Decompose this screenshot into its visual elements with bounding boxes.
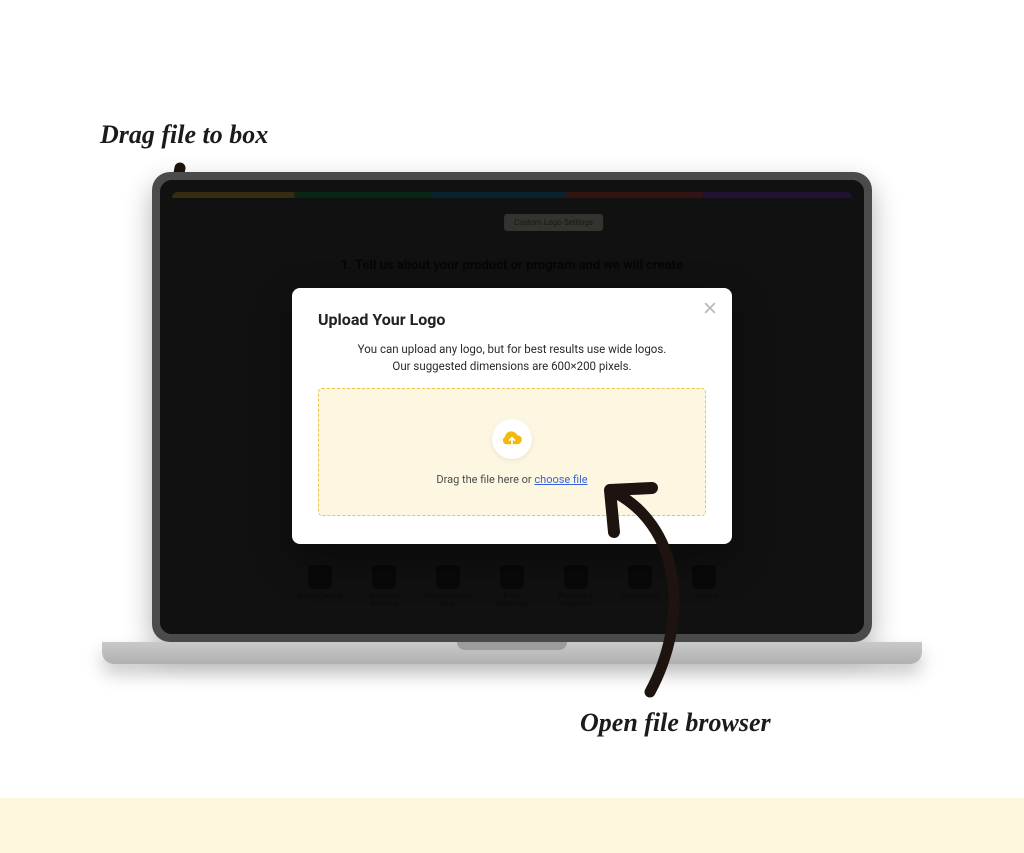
cloud-upload-icon <box>499 426 525 452</box>
tile-label: Email Marketing <box>488 593 536 608</box>
annotation-drag-label: Drag file to box <box>100 120 268 150</box>
tile-label: Social Content <box>297 593 342 600</box>
laptop-mockup: Custom Logo Settings 1. Tell us about yo… <box>152 172 872 664</box>
tile-social-content: Social Content <box>296 565 344 608</box>
app-step-heading: 1. Tell us about your product or program… <box>248 258 776 273</box>
choose-file-link[interactable]: choose file <box>534 473 587 486</box>
tile-label: Video Scripts <box>619 593 660 600</box>
file-dropzone[interactable]: Drag the file here or choose file <box>318 388 706 516</box>
tile-business-branding: Business Branding <box>360 565 408 608</box>
dropzone-text: Drag the file here or choose file <box>436 473 587 486</box>
cloud-upload-badge <box>492 419 532 459</box>
illustration-stage: Drag file to box Custom Logo Settings 1.… <box>0 0 1024 853</box>
tile-video-scripts: Video Scripts <box>616 565 664 608</box>
footer-band <box>0 798 1024 853</box>
modal-subtitle-line2: Our suggested dimensions are 600×200 pix… <box>392 359 631 373</box>
modal-subtitle-line1: You can upload any logo, but for best re… <box>358 342 667 356</box>
close-button[interactable] <box>702 300 718 316</box>
tile-products-programs: Products & Programs <box>552 565 600 608</box>
laptop-bezel: Custom Logo Settings 1. Tell us about yo… <box>152 172 872 642</box>
close-icon <box>703 301 717 315</box>
dropzone-prefix: Drag the file here or <box>436 473 534 486</box>
tile-label: Website and/or Blog <box>424 593 472 608</box>
laptop-screen: Custom Logo Settings 1. Tell us about yo… <box>160 180 864 634</box>
app-accent-bar <box>172 192 852 198</box>
laptop-base <box>102 642 922 664</box>
tile-label: Business Branding <box>360 593 408 608</box>
tile-label: Products & Programs <box>552 593 600 608</box>
tile-label: Captions <box>690 593 718 600</box>
tile-email-marketing: Email Marketing <box>488 565 536 608</box>
tile-website-blog: Website and/or Blog <box>424 565 472 608</box>
upload-logo-modal: Upload Your Logo You can upload any logo… <box>292 288 732 544</box>
modal-subtitle: You can upload any logo, but for best re… <box>318 341 706 374</box>
annotation-open-browser-label: Open file browser <box>580 708 771 738</box>
modal-title: Upload Your Logo <box>318 310 706 329</box>
laptop-notch <box>457 642 567 650</box>
app-category-tiles: Social Content Business Branding Website… <box>296 565 728 608</box>
app-page-chip: Custom Logo Settings <box>504 214 603 231</box>
tile-captions: Captions <box>680 565 728 608</box>
